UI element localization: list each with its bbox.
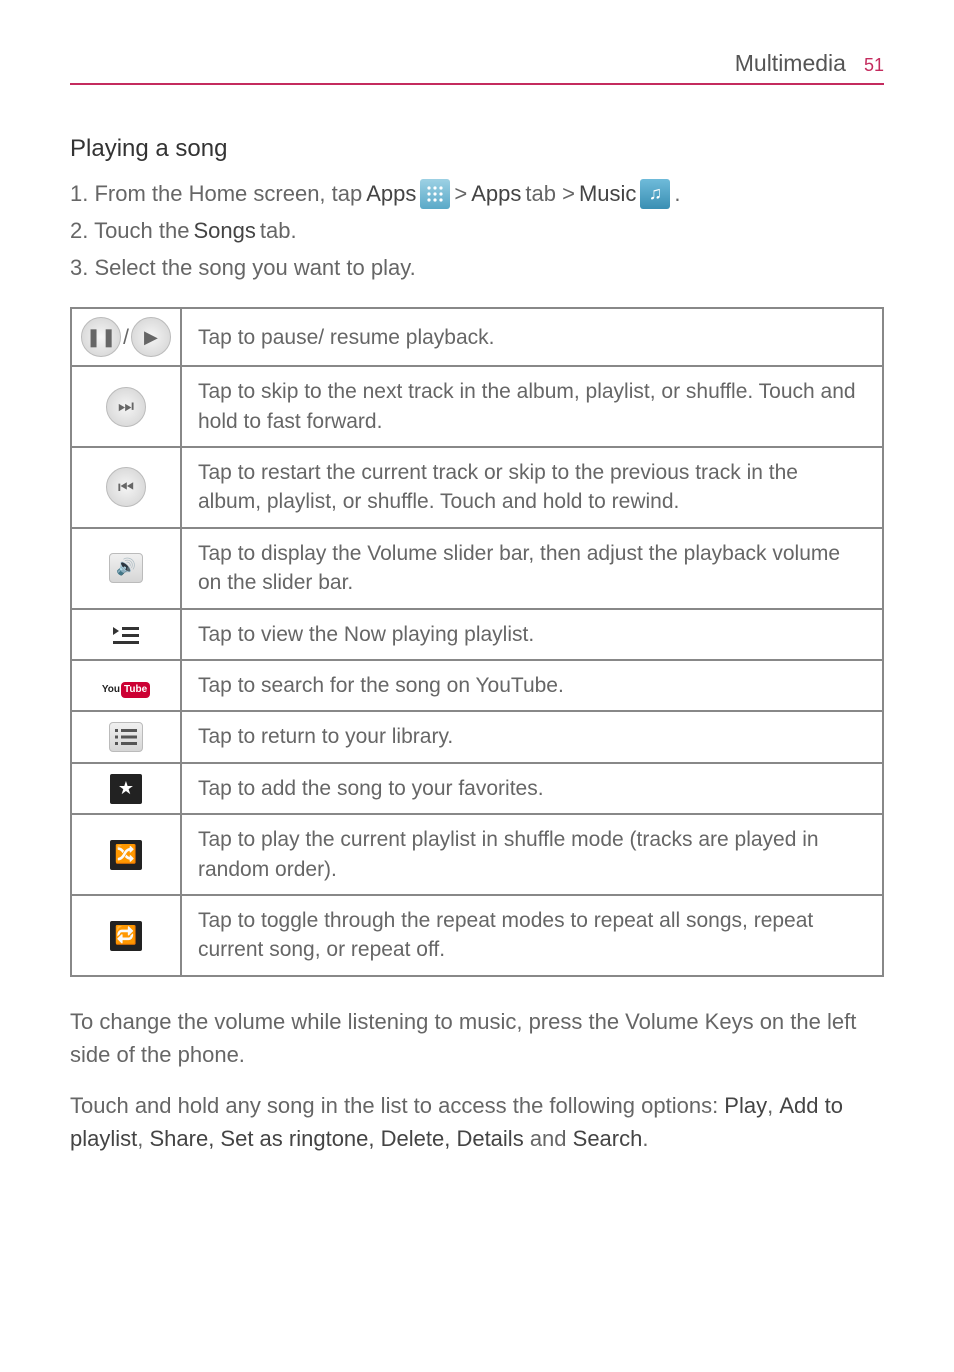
volume-icon: 🔊 <box>109 553 143 583</box>
row-desc: Tap to skip to the next track in the alb… <box>181 366 883 447</box>
step-2: 2. Touch the Songs tab. <box>70 214 884 248</box>
now-playing-playlist-icon <box>109 623 143 647</box>
row-desc: Tap to search for the song on YouTube. <box>181 660 883 711</box>
step-1-music-label: Music <box>579 177 636 211</box>
row-desc: Tap to add the song to your favorites. <box>181 763 883 814</box>
step-2-prefix: 2. Touch the <box>70 214 189 248</box>
controls-table: ❚❚ / ▶ Tap to pause/ resume playback. ⏭ … <box>70 307 884 976</box>
row-desc: Tap to restart the current track or skip… <box>181 447 883 528</box>
table-row: ★ Tap to add the song to your favorites. <box>71 763 883 814</box>
pause-play-icon-cell: ❚❚ / ▶ <box>71 308 181 366</box>
footer-p2-prefix: Touch and hold any song in the list to a… <box>70 1093 724 1118</box>
previous-track-icon: ⏮ <box>106 467 146 507</box>
youtube-icon: YouTube <box>102 682 150 698</box>
table-row: ❚❚ / ▶ Tap to pause/ resume playback. <box>71 308 883 366</box>
section-heading: Playing a song <box>70 135 884 163</box>
table-row: ⏭ Tap to skip to the next track in the a… <box>71 366 883 447</box>
table-row: Tap to return to your library. <box>71 711 883 762</box>
footer-paragraph-1: To change the volume while listening to … <box>70 1005 884 1071</box>
music-note-icon: ♫ <box>640 179 670 209</box>
repeat-icon: 🔁 <box>110 921 142 951</box>
step-1-gt: > <box>454 177 467 211</box>
step-2-songs-label: Songs <box>193 214 255 248</box>
table-row: 🔊 Tap to display the Volume slider bar, … <box>71 528 883 609</box>
step-1-apps-tab-label: Apps <box>471 177 521 211</box>
step-3: 3. Select the song you want to play. <box>70 251 884 285</box>
library-list-icon <box>109 722 143 752</box>
step-1: 1. From the Home screen, tap Apps > Apps… <box>70 177 884 211</box>
header-page-number: 51 <box>864 55 884 76</box>
table-row: ⏮ Tap to restart the current track or sk… <box>71 447 883 528</box>
opt-share-etc: Share, Set as ringtone, Delete, Details <box>149 1126 523 1151</box>
row-desc: Tap to return to your library. <box>181 711 883 762</box>
step-1-suffix: . <box>674 177 680 211</box>
opt-search: Search <box>573 1126 643 1151</box>
table-row: YouTube Tap to search for the song on Yo… <box>71 660 883 711</box>
step-3-text: 3. Select the song you want to play. <box>70 251 416 285</box>
next-track-icon: ⏭ <box>106 387 146 427</box>
apps-grid-icon <box>420 179 450 209</box>
play-icon: ▶ <box>131 317 171 357</box>
step-1-apps-label: Apps <box>366 177 416 211</box>
row-desc: Tap to toggle through the repeat modes t… <box>181 895 883 976</box>
table-row: Tap to view the Now playing playlist. <box>71 609 883 660</box>
table-row: 🔀 Tap to play the current playlist in sh… <box>71 814 883 895</box>
row-desc: Tap to pause/ resume playback. <box>181 308 883 366</box>
shuffle-icon: 🔀 <box>110 840 142 870</box>
table-row: 🔁 Tap to toggle through the repeat modes… <box>71 895 883 976</box>
footer-paragraph-2: Touch and hold any song in the list to a… <box>70 1089 884 1155</box>
opt-play: Play <box>724 1093 767 1118</box>
page-header: Multimedia 51 <box>70 50 884 85</box>
favorite-star-icon: ★ <box>110 774 142 804</box>
step-1-tab-word: tab > <box>525 177 575 211</box>
row-desc: Tap to view the Now playing playlist. <box>181 609 883 660</box>
pause-icon: ❚❚ <box>81 317 121 357</box>
header-section-title: Multimedia <box>735 50 846 77</box>
row-desc: Tap to play the current playlist in shuf… <box>181 814 883 895</box>
step-1-text-prefix: 1. From the Home screen, tap <box>70 177 362 211</box>
row-desc: Tap to display the Volume slider bar, th… <box>181 528 883 609</box>
step-2-suffix: tab. <box>260 214 297 248</box>
